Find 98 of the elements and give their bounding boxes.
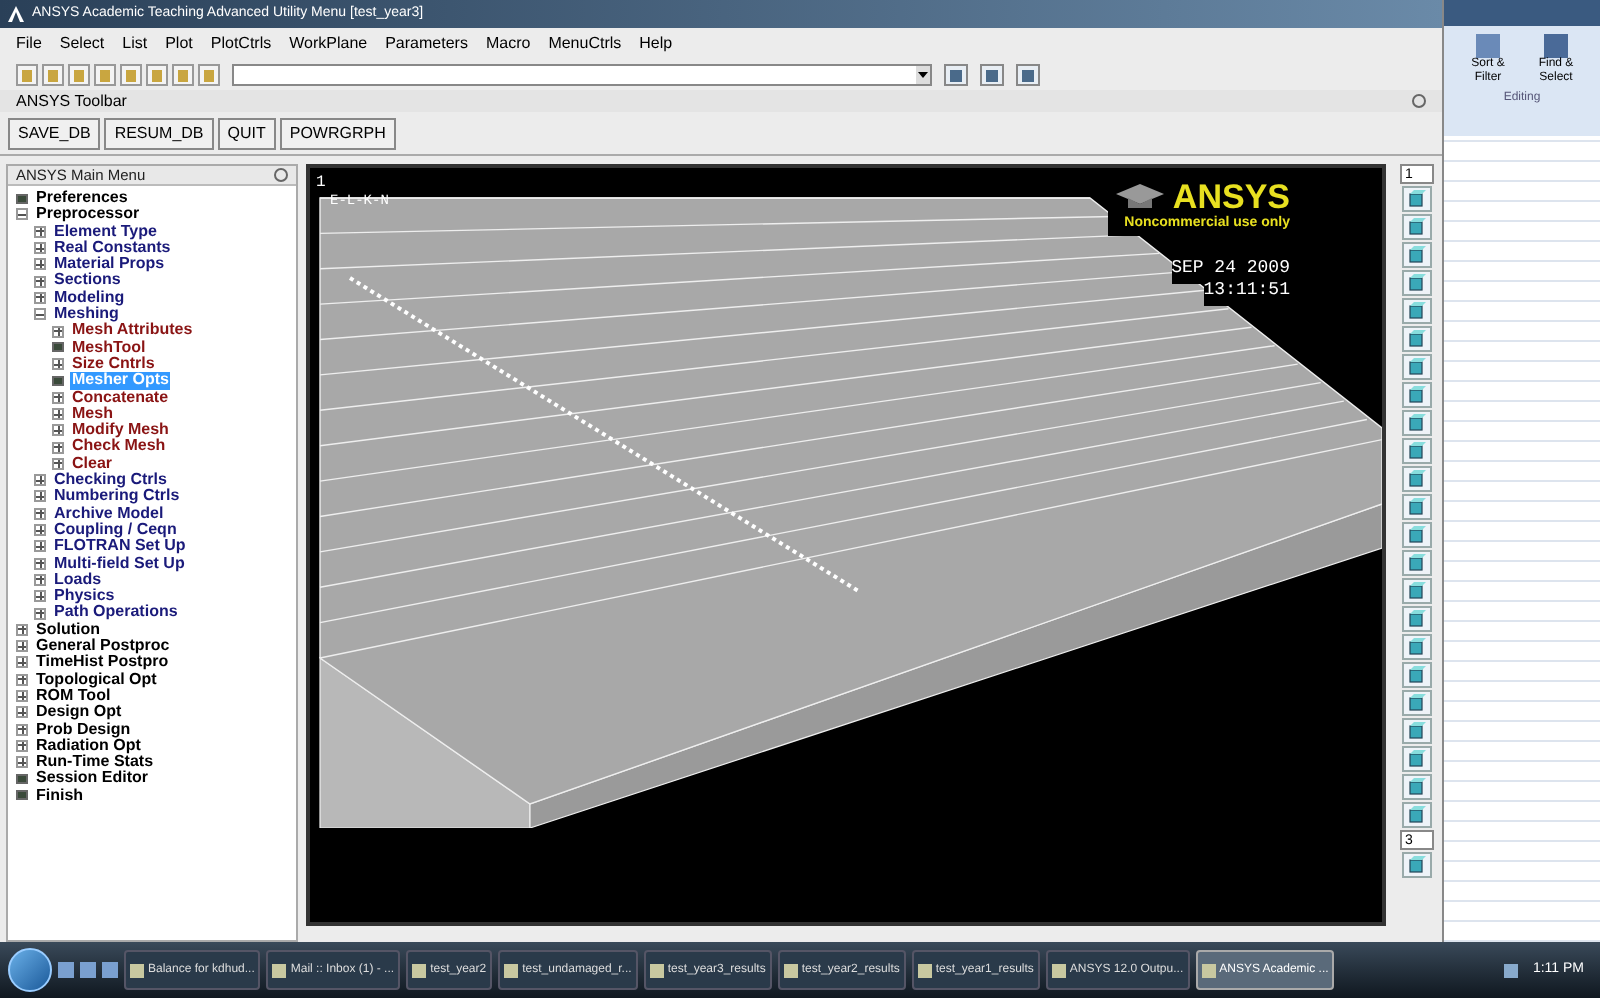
expand-icon[interactable] [34,590,46,603]
menu-tree-item[interactable]: Preferences [34,190,130,207]
expand-icon[interactable] [34,490,46,503]
app-icon [8,6,24,22]
menu-tree-item[interactable]: Session Editor [34,770,151,788]
plot-time: 13:11:51 [1203,278,1290,305]
menu-tree-item[interactable]: Finish [34,787,86,804]
leaf-icon [52,375,64,386]
menu-tree-item[interactable]: Topological Opt [34,671,159,688]
menu-tree-item[interactable]: Size Cntrls [70,355,157,373]
expand-icon[interactable] [52,457,64,470]
expand-icon[interactable] [52,358,64,371]
expand-icon[interactable] [16,690,28,703]
menu-item[interactable]: PlotCtrls [210,32,272,56]
iso-view-icon[interactable] [1401,186,1431,212]
menu-tree-item[interactable]: Mesh [70,405,115,423]
expand-icon[interactable] [34,242,46,255]
expand-icon[interactable] [16,673,28,686]
menu-tree-item[interactable]: Checking Ctrls [52,472,169,489]
menu-tree-item[interactable]: Check Mesh [70,438,168,456]
menu-tree-item[interactable]: Physics [52,588,117,605]
menu-tree-item[interactable]: TimeHist Postpro [34,654,171,672]
menu-tree-item[interactable]: Modify Mesh [70,422,171,439]
expand-icon[interactable] [16,756,28,769]
menu-tree-item[interactable]: Path Operations [52,604,180,622]
expand-icon[interactable] [34,507,46,520]
menu-tree-item[interactable]: General Postproc [34,638,172,655]
expand-icon[interactable] [34,258,46,271]
window-number: 1 [316,172,326,196]
menu-tree-item[interactable]: Element Type [52,223,159,240]
menu-tree-item[interactable]: Solution [34,621,102,639]
menu-tree-item[interactable]: Radiation Opt [34,737,143,755]
menu-tree-item[interactable]: MeshTool [70,339,148,356]
expand-icon[interactable] [52,424,64,437]
menu-tree-item[interactable]: Clear [70,455,115,473]
menu-tree-item[interactable]: Preprocessor [34,206,142,224]
expand-icon[interactable] [16,656,28,669]
menu-item[interactable]: List [122,32,148,56]
menu-tree-item[interactable]: Material Props [52,256,167,273]
menu-item[interactable]: WorkPlane [289,32,368,56]
leaf-icon [52,342,64,353]
collapse-icon[interactable] [16,208,28,221]
collapse-icon[interactable] [274,168,288,182]
menu-item[interactable]: Select [59,32,105,56]
menu-tree-item[interactable]: ROM Tool [34,687,113,705]
expand-icon[interactable] [16,640,28,653]
expand-icon[interactable] [34,275,46,288]
expand-icon[interactable] [52,325,64,338]
collapse-icon[interactable] [1412,94,1426,108]
graduation-cap-icon [1116,183,1165,211]
expand-icon[interactable] [52,408,64,420]
menu-tree-item[interactable]: Run-Time Stats [34,754,156,771]
toolbar-title: ANSYS Toolbar [16,89,127,113]
expand-icon[interactable] [16,723,28,736]
expand-icon[interactable] [34,225,46,238]
menu-tree-item[interactable]: FLOTRAN Set Up [52,538,188,556]
command-input-field[interactable] [232,64,932,86]
expand-icon[interactable] [34,607,46,620]
menu-item[interactable]: Plot [165,32,193,56]
menu-tree-item[interactable]: Numbering Ctrls [52,488,182,506]
menu-tree-item[interactable]: Modeling [52,289,127,307]
expand-icon[interactable] [34,291,46,304]
expand-icon[interactable] [52,391,64,404]
toolbar-button[interactable]: POWRGRPH [279,117,396,149]
start-button[interactable] [8,948,52,992]
expand-icon[interactable] [52,441,64,454]
expand-icon[interactable] [16,623,28,636]
menu-item[interactable]: Parameters [385,32,468,56]
menu-tree-item[interactable]: Real Constants [52,239,173,257]
menu-tree-item[interactable]: Coupling / Ceqn [52,521,179,539]
menu-tree-item[interactable]: Sections [52,272,123,290]
collapse-icon[interactable] [34,308,46,321]
tray-icon [1504,963,1519,977]
logo-text: ANSYS [1172,180,1290,214]
dropdown-arrow-icon[interactable] [916,66,930,84]
menu-item[interactable]: File [16,32,42,56]
expand-icon[interactable] [34,573,46,586]
menu-tree-item[interactable]: Prob Design [34,721,133,738]
menu-tree-item[interactable]: Archive Model [52,505,166,522]
toolbar-button[interactable]: SAVE_DB [8,117,101,149]
expand-icon[interactable] [34,540,46,553]
menu-tree-item[interactable]: Meshing [52,306,121,323]
menu-tree-item[interactable]: Concatenate [70,389,171,406]
expand-icon[interactable] [16,706,28,719]
toolbar-button[interactable]: QUIT [217,117,276,149]
expand-icon[interactable] [34,524,46,537]
menu-tree-item[interactable]: Design Opt [34,704,124,721]
toolbar-button[interactable]: RESUM_DB [104,117,214,149]
leaf-icon [16,193,28,204]
menu-tree-item[interactable]: Mesh Attributes [70,322,195,340]
menu-item[interactable]: Help [639,32,673,56]
menu-tree-item[interactable]: Loads [52,571,104,589]
expand-icon[interactable] [34,474,46,487]
menu-tree-item[interactable]: Multi-field Set Up [52,555,187,572]
expand-icon[interactable] [34,557,46,570]
menu-item[interactable]: MenuCtrls [548,32,622,56]
menu-item[interactable]: Macro [485,32,531,56]
expand-icon[interactable] [16,739,28,752]
